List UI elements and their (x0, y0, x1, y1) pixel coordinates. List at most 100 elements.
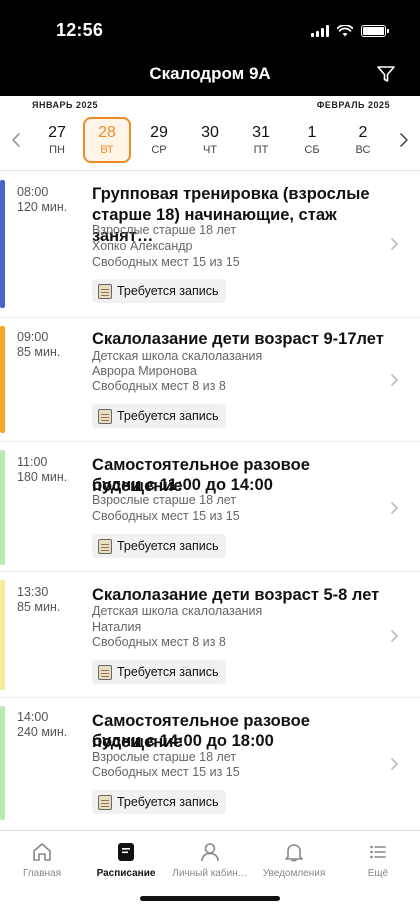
session-free-spots: Свободных мест 15 из 15 (92, 255, 240, 269)
tab-schedule[interactable]: Расписание (84, 839, 168, 879)
notepad-icon (98, 408, 112, 424)
session-audience: Взрослые старше 18 лет (92, 223, 237, 237)
badge-label: Требуется запись (117, 539, 219, 553)
session-trainer: Аврора Миронова (92, 364, 197, 378)
notepad-icon (98, 538, 112, 554)
session-title-line: будни с 14:00 до 18:00 (92, 732, 274, 750)
day-cell-selected[interactable]: 28 ВТ (83, 117, 131, 163)
badge-label: Требуется запись (117, 795, 219, 809)
session-card[interactable]: 11:00 180 мин. Самостоятельное разовое п… (0, 442, 420, 572)
session-title-line: Скалолазание дети возраст 5-8 лет (92, 586, 380, 604)
registration-required-badge: Требуется запись (92, 404, 226, 428)
day-number: 31 (252, 124, 270, 141)
notepad-icon (98, 664, 112, 680)
day-number: 30 (201, 124, 219, 141)
prev-week-button[interactable] (6, 130, 26, 150)
session-time: 09:00 (17, 330, 49, 344)
session-duration: 85 мин. (17, 600, 61, 614)
day-weekday: ПН (49, 144, 65, 156)
day-number: 28 (98, 124, 116, 141)
battery-icon (361, 25, 389, 37)
day-cell[interactable]: 29 СР (135, 117, 183, 163)
session-audience: Детская школа скалолазания (92, 604, 263, 618)
filter-funnel-icon (377, 66, 395, 82)
day-cell[interactable]: 30 ЧТ (186, 117, 234, 163)
day-cell[interactable]: 31 ПТ (237, 117, 285, 163)
more-list-icon (336, 839, 420, 865)
chevron-left-icon (12, 133, 20, 147)
day-cell[interactable]: 2 ВС (339, 117, 387, 163)
session-trainer: Наталия (92, 620, 142, 634)
notepad-icon (98, 283, 112, 299)
registration-required-badge: Требуется запись (92, 790, 226, 814)
session-title-line: Скалолазание дети возраст 9-17лет (92, 330, 384, 348)
session-color-bar (0, 450, 5, 565)
bell-icon (252, 839, 336, 865)
divider (0, 170, 420, 171)
day-weekday: СР (151, 144, 167, 156)
day-weekday: СБ (304, 144, 320, 156)
session-time: 14:00 (17, 710, 49, 724)
status-icons (311, 20, 389, 42)
tab-label: Расписание (96, 868, 156, 879)
session-time: 13:30 (17, 585, 49, 599)
session-card[interactable]: 13:30 85 мин. Скалолазание дети возраст … (0, 572, 420, 698)
cellular-signal-icon (311, 25, 329, 37)
session-trainer: Хопко Александр (92, 239, 193, 253)
session-free-spots: Свободных мест 8 из 8 (92, 379, 226, 393)
day-number: 29 (150, 124, 168, 141)
day-weekday: ВС (355, 144, 371, 156)
registration-required-badge: Требуется запись (92, 660, 226, 684)
day-cell[interactable]: 1 СБ (288, 117, 336, 163)
registration-required-badge: Требуется запись (92, 279, 226, 303)
session-card[interactable]: 14:00 240 мин. Самостоятельное разовое п… (0, 698, 420, 830)
session-color-bar (0, 180, 5, 308)
session-card[interactable]: 08:00 120 мин. Групповая тренировка (взр… (0, 172, 420, 318)
session-time: 11:00 (17, 455, 48, 469)
session-audience: Взрослые старше 18 лет (92, 750, 237, 764)
session-free-spots: Свободных мест 15 из 15 (92, 765, 240, 779)
wifi-icon (337, 25, 353, 37)
home-indicator (140, 896, 280, 901)
day-cell[interactable]: 27 ПН (33, 117, 81, 163)
day-weekday: ЧТ (202, 144, 218, 156)
tab-home[interactable]: Главная (0, 839, 84, 879)
status-time: 12:56 (56, 20, 104, 40)
session-duration: 240 мин. (17, 725, 68, 739)
tab-profile[interactable]: Личный кабин… (168, 839, 252, 879)
day-number: 2 (358, 124, 368, 141)
tab-label: Уведомления (262, 868, 326, 879)
session-color-bar (0, 580, 5, 690)
session-duration: 120 мин. (17, 200, 68, 214)
session-free-spots: Свободных мест 15 из 15 (92, 509, 240, 523)
session-free-spots: Свободных мест 8 из 8 (92, 635, 226, 649)
schedule-icon (84, 839, 168, 865)
chevron-right-icon (390, 372, 402, 388)
tab-notifications[interactable]: Уведомления (252, 839, 336, 879)
bottom-tab-bar: Главная Расписание Личный кабин… Уведомл… (0, 830, 420, 912)
tab-label: Главная (22, 868, 62, 879)
chevron-right-icon (390, 756, 402, 772)
month-label-left: ЯНВАРЬ 2025 (32, 100, 99, 110)
session-time: 08:00 (17, 185, 49, 199)
week-strip: 27 ПН 28 ВТ 29 СР 30 ЧТ 31 ПТ 1 СБ 2 ВС (0, 116, 420, 166)
badge-label: Требуется запись (117, 284, 219, 298)
home-icon (0, 839, 84, 865)
filter-button[interactable] (374, 63, 398, 85)
month-labels: ЯНВАРЬ 2025 ФЕВРАЛЬ 2025 (0, 96, 420, 116)
session-duration: 180 мин. (17, 470, 68, 484)
day-weekday: ПТ (253, 144, 269, 156)
person-icon (168, 839, 252, 865)
day-weekday: ВТ (100, 144, 114, 156)
chevron-right-icon (390, 500, 402, 516)
session-audience: Детская школа скалолазания (92, 349, 263, 363)
chevron-right-icon (390, 236, 402, 252)
badge-label: Требуется запись (117, 665, 219, 679)
chevron-right-icon (400, 133, 408, 147)
tab-label: Личный кабин… (172, 868, 248, 879)
notepad-icon (98, 794, 112, 810)
session-card[interactable]: 09:00 85 мин. Скалолазание дети возраст … (0, 318, 420, 442)
day-number: 1 (307, 124, 317, 141)
tab-more[interactable]: Ещё (336, 839, 420, 879)
next-week-button[interactable] (394, 130, 414, 150)
